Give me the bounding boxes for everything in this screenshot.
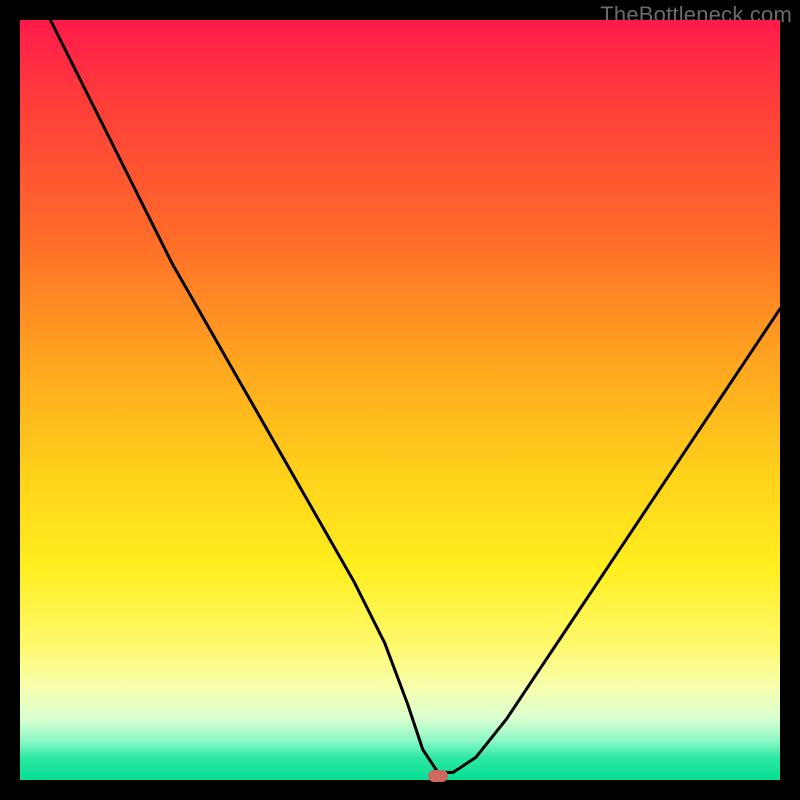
curve-path — [50, 20, 780, 772]
bottleneck-curve — [20, 20, 780, 780]
optimal-marker — [428, 770, 448, 782]
chart-frame: TheBottleneck.com — [0, 0, 800, 800]
plot-area — [20, 20, 780, 780]
